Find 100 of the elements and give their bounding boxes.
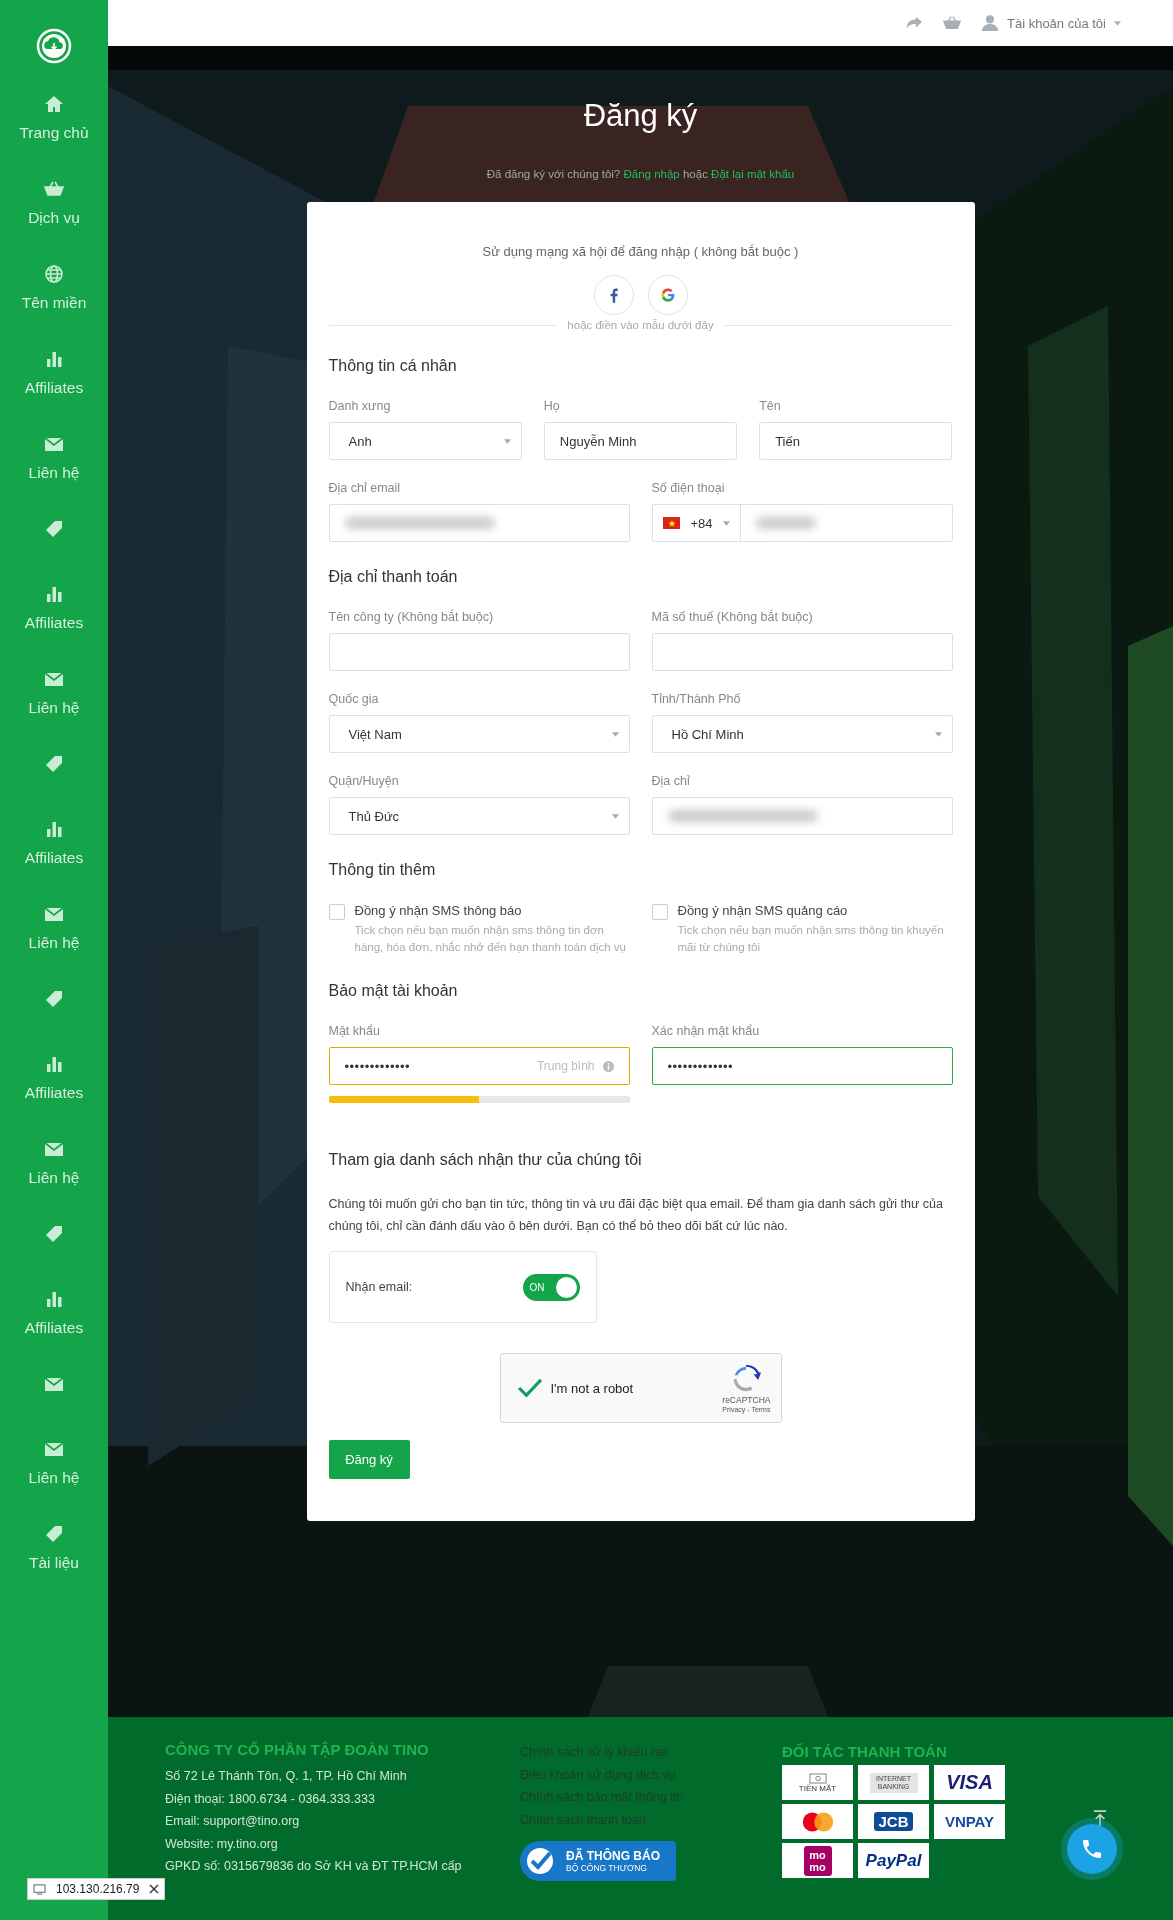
network-icon bbox=[33, 1883, 46, 1895]
field-label: Địa chỉ email bbox=[328, 481, 402, 495]
basket-icon bbox=[44, 179, 64, 199]
jcb-logo: JCB bbox=[858, 1804, 929, 1839]
captcha-label: I'm not a robot bbox=[550, 1380, 635, 1396]
sidebar-item[interactable]: Tên miền bbox=[0, 264, 108, 349]
first-name-field[interactable]: Tiến bbox=[759, 422, 953, 460]
visa-logo: VISA bbox=[934, 1765, 1005, 1800]
mastercard-logo bbox=[782, 1804, 853, 1839]
tag-icon bbox=[44, 1524, 64, 1544]
bar-chart-icon bbox=[44, 1054, 64, 1074]
close-icon[interactable] bbox=[149, 1884, 160, 1894]
checkbox-label: Đồng ý nhận SMS quảng cáo bbox=[677, 903, 849, 918]
sidebar-label: Affiliates bbox=[24, 614, 84, 632]
sidebar-label: Liên hệ bbox=[28, 1469, 80, 1487]
sidebar-item[interactable]: Liên hệ bbox=[0, 1439, 108, 1524]
globe-icon bbox=[44, 264, 64, 284]
sidebar-item[interactable]: Affiliates bbox=[0, 819, 108, 904]
sidebar-item[interactable]: Tài liệu bbox=[0, 1524, 108, 1609]
divider-text: hoặc điền vào mẫu dưới đây bbox=[567, 319, 714, 331]
sidebar-item[interactable]: Dịch vụ bbox=[0, 179, 108, 264]
sidebar-item[interactable]: Liên hệ bbox=[0, 434, 108, 519]
bar-chart-icon bbox=[44, 584, 64, 604]
basket-icon[interactable] bbox=[943, 14, 961, 32]
sidebar-item[interactable]: Liên hệ bbox=[0, 669, 108, 754]
sidebar-label: Trang chủ bbox=[19, 124, 89, 142]
field-label: Quốc gia bbox=[328, 692, 380, 706]
company-field[interactable] bbox=[328, 633, 630, 671]
sidebar-item[interactable]: Affiliates bbox=[0, 1054, 108, 1139]
district-select[interactable]: Thủ Đức bbox=[328, 797, 630, 835]
sidebar-item[interactable]: Trang chủ bbox=[0, 94, 108, 179]
salutation-select[interactable]: Anh bbox=[328, 422, 522, 460]
section-heading: Bảo mật tài khoản bbox=[328, 982, 459, 1000]
company-info: Điện thoại: 1800.6734 - 0364.333.333 bbox=[165, 1790, 376, 1808]
vnpay-logo: VNPAY bbox=[934, 1804, 1005, 1839]
registration-badge[interactable]: ĐÃ THÔNG BÁO BỘ CÔNG THƯƠNG bbox=[520, 1841, 676, 1881]
field-label: Tên bbox=[759, 399, 782, 413]
login-link[interactable]: Đăng nhập bbox=[623, 168, 680, 180]
section-heading: Thông tin cá nhân bbox=[328, 357, 458, 375]
sidebar-label: Tên miền bbox=[21, 294, 87, 312]
company-info: Email: support@tino.org bbox=[165, 1813, 301, 1830]
field-label: Mật khẩu bbox=[328, 1024, 381, 1038]
sidebar-item[interactable]: Affiliates bbox=[0, 1289, 108, 1374]
sidebar-label: Affiliates bbox=[24, 849, 84, 867]
sidebar-label: Dịch vụ bbox=[28, 209, 80, 227]
logo-icon[interactable] bbox=[36, 28, 72, 64]
email-toggle[interactable]: ON bbox=[522, 1273, 580, 1301]
ip-address: 103.130.216.79 bbox=[56, 1882, 140, 1896]
caret-icon bbox=[1114, 20, 1121, 26]
tag-icon bbox=[44, 519, 64, 539]
sidebar-item[interactable]: Affiliates bbox=[0, 349, 108, 434]
email-field[interactable] bbox=[328, 504, 630, 542]
sidebar-label: Liên hệ bbox=[28, 699, 80, 717]
company-info: Số 72 Lê Thánh Tôn, Q. 1, TP. Hồ Chí Minh bbox=[165, 1768, 408, 1785]
caret-icon bbox=[503, 438, 511, 444]
city-select[interactable]: Hồ Chí Minh bbox=[651, 715, 953, 753]
sidebar-item[interactable]: Affiliates bbox=[0, 584, 108, 669]
checkbox[interactable] bbox=[651, 904, 668, 920]
sidebar-label: Affiliates bbox=[24, 1084, 84, 1102]
google-icon bbox=[659, 287, 676, 303]
login-prompt: Đã đăng ký với chúng tôi? bbox=[486, 168, 621, 180]
section-heading: Thông tin thêm bbox=[328, 861, 437, 879]
field-label: Mã số thuế (Không bắt buộc) bbox=[651, 610, 814, 624]
checkbox-hint: Tick chọn nếu bạn muốn nhận sms thông tin đơn hàng, hóa đơn, nhắc nhở đến hạn thanh toán dịch vụ bbox=[354, 923, 627, 955]
address-field[interactable] bbox=[651, 797, 953, 835]
section-heading: Tham gia danh sách nhận thư của chúng tôi bbox=[328, 1151, 643, 1169]
google-button[interactable] bbox=[647, 275, 688, 315]
country-select[interactable]: Việt Nam bbox=[328, 715, 630, 753]
user-icon bbox=[981, 14, 999, 32]
caret-icon bbox=[611, 731, 619, 737]
reset-password-link[interactable]: Đặt lại mật khẩu bbox=[711, 168, 795, 180]
paypal-logo: PayPal bbox=[858, 1843, 929, 1878]
bar-chart-icon bbox=[44, 819, 64, 839]
facebook-button[interactable] bbox=[593, 275, 634, 315]
caret-icon bbox=[611, 813, 619, 819]
sidebar-item[interactable]: Liên hệ bbox=[0, 904, 108, 989]
sidebar-item[interactable]: Liên hệ bbox=[0, 1139, 108, 1224]
recaptcha-icon bbox=[731, 1363, 762, 1394]
company-info: Website: my.tino.org bbox=[165, 1835, 279, 1853]
sidebar-label: Liên hệ bbox=[28, 464, 80, 482]
caret-icon bbox=[934, 731, 942, 737]
account-menu[interactable]: Tài khoản của tôi bbox=[981, 14, 1121, 32]
last-name-field[interactable]: Nguyễn Minh bbox=[543, 422, 738, 460]
section-heading: Địa chỉ thanh toán bbox=[328, 568, 459, 586]
social-login-text: Sử dụng mạng xã hội để đăng nhập ( không bắt buộc ) bbox=[481, 244, 800, 259]
tax-code-field[interactable] bbox=[651, 633, 953, 671]
checkbox-label: Đồng ý nhận SMS thông báo bbox=[354, 903, 523, 918]
password-field[interactable]: ••••••••••••• Trung bình bbox=[328, 1047, 630, 1085]
register-button[interactable]: Đăng ký bbox=[328, 1440, 410, 1479]
toggle-label: Nhận email: bbox=[345, 1280, 413, 1294]
sidebar-label: Affiliates bbox=[24, 1319, 84, 1337]
home-icon bbox=[44, 94, 64, 114]
confirm-password-field[interactable]: ••••••••••••• bbox=[651, 1047, 953, 1085]
phone-icon bbox=[1080, 1837, 1104, 1861]
field-label: Số điện thoại bbox=[651, 481, 726, 495]
checkbox[interactable] bbox=[328, 904, 345, 920]
checkmark-icon[interactable] bbox=[516, 1378, 543, 1398]
page-title: Đăng ký bbox=[583, 98, 698, 134]
sidebar-label: Liên hệ bbox=[28, 1169, 80, 1187]
company-name: CÔNG TY CỔ PHẦN TẬP ĐOÀN TINO bbox=[165, 1741, 430, 1758]
